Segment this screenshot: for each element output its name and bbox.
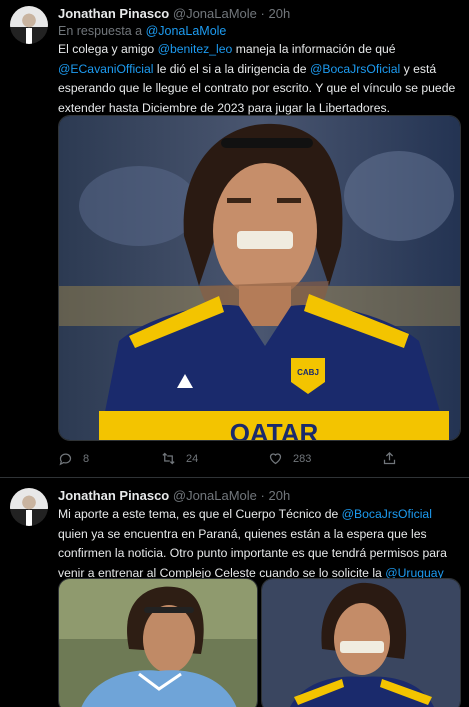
tweet-header: Jonathan Pinasco @JonaLaMole · 20h	[58, 488, 290, 503]
tweet-header: Jonathan Pinasco @JonaLaMole · 20h	[58, 6, 290, 21]
reply-count: 8	[83, 452, 90, 465]
share-button[interactable]	[382, 451, 397, 466]
reply-prefix: En respuesta a	[58, 24, 143, 38]
author-name[interactable]: Jonathan Pinasco	[58, 488, 169, 503]
author-handle[interactable]: @JonaLaMole	[173, 488, 257, 503]
avatar[interactable]	[10, 6, 48, 44]
separator: ·	[260, 488, 265, 503]
share-icon	[383, 451, 396, 465]
author-handle[interactable]: @JonaLaMole	[173, 6, 257, 21]
tweet-text: El colega y amigo @benitez_leo maneja la…	[58, 40, 460, 118]
text-part: Mi aporte a este tema, es que el Cuerpo …	[58, 507, 342, 521]
badge-text: CABJ	[297, 368, 319, 377]
reply-icon	[59, 453, 72, 466]
avatar[interactable]	[10, 488, 48, 526]
tweet[interactable]: Jonathan Pinasco @JonaLaMole · 20h En re…	[0, 0, 469, 478]
tweet-text: Mi aporte a este tema, es que el Cuerpo …	[58, 505, 460, 583]
reply-context: En respuesta a @JonaLaMole	[58, 24, 226, 38]
author-name[interactable]: Jonathan Pinasco	[58, 6, 169, 21]
tweet[interactable]: Jonathan Pinasco @JonaLaMole · 20h Mi ap…	[0, 478, 469, 707]
tweet-actions: 8 24 283	[58, 451, 408, 469]
retweet-icon	[162, 452, 175, 465]
photo-illustration: CABJ QATAR	[59, 116, 460, 441]
text-part: El colega y amigo	[58, 42, 158, 56]
tweet-photo[interactable]	[58, 578, 258, 707]
text-part: le dió el si a la dirigencia de	[153, 61, 310, 76]
retweet-count: 24	[186, 452, 199, 465]
tweet-photo[interactable]: CABJ QATAR	[58, 115, 461, 441]
mention-link[interactable]: @BocaJrsOficial	[310, 62, 400, 76]
mention-link[interactable]: @benitez_leo	[158, 42, 233, 56]
reply-button[interactable]: 8	[58, 451, 89, 466]
reply-mention[interactable]: @JonaLaMole	[146, 24, 227, 38]
mention-link[interactable]: @BocaJrsOficial	[342, 507, 432, 521]
retweet-button[interactable]: 24	[161, 451, 198, 466]
mention-link[interactable]: @ECavaniOfficial	[58, 62, 153, 76]
timestamp[interactable]: 20h	[269, 488, 291, 503]
photo-illustration	[262, 579, 460, 707]
timestamp[interactable]: 20h	[269, 6, 291, 21]
text-part: maneja la información de qué	[232, 42, 396, 56]
photo-illustration	[59, 579, 257, 707]
like-count: 283	[293, 452, 312, 465]
separator: ·	[260, 6, 265, 21]
tweet-photo[interactable]	[261, 578, 461, 707]
like-button[interactable]: 283	[268, 451, 311, 466]
like-icon	[269, 453, 282, 465]
jersey-sponsor-text: QATAR	[230, 418, 319, 441]
